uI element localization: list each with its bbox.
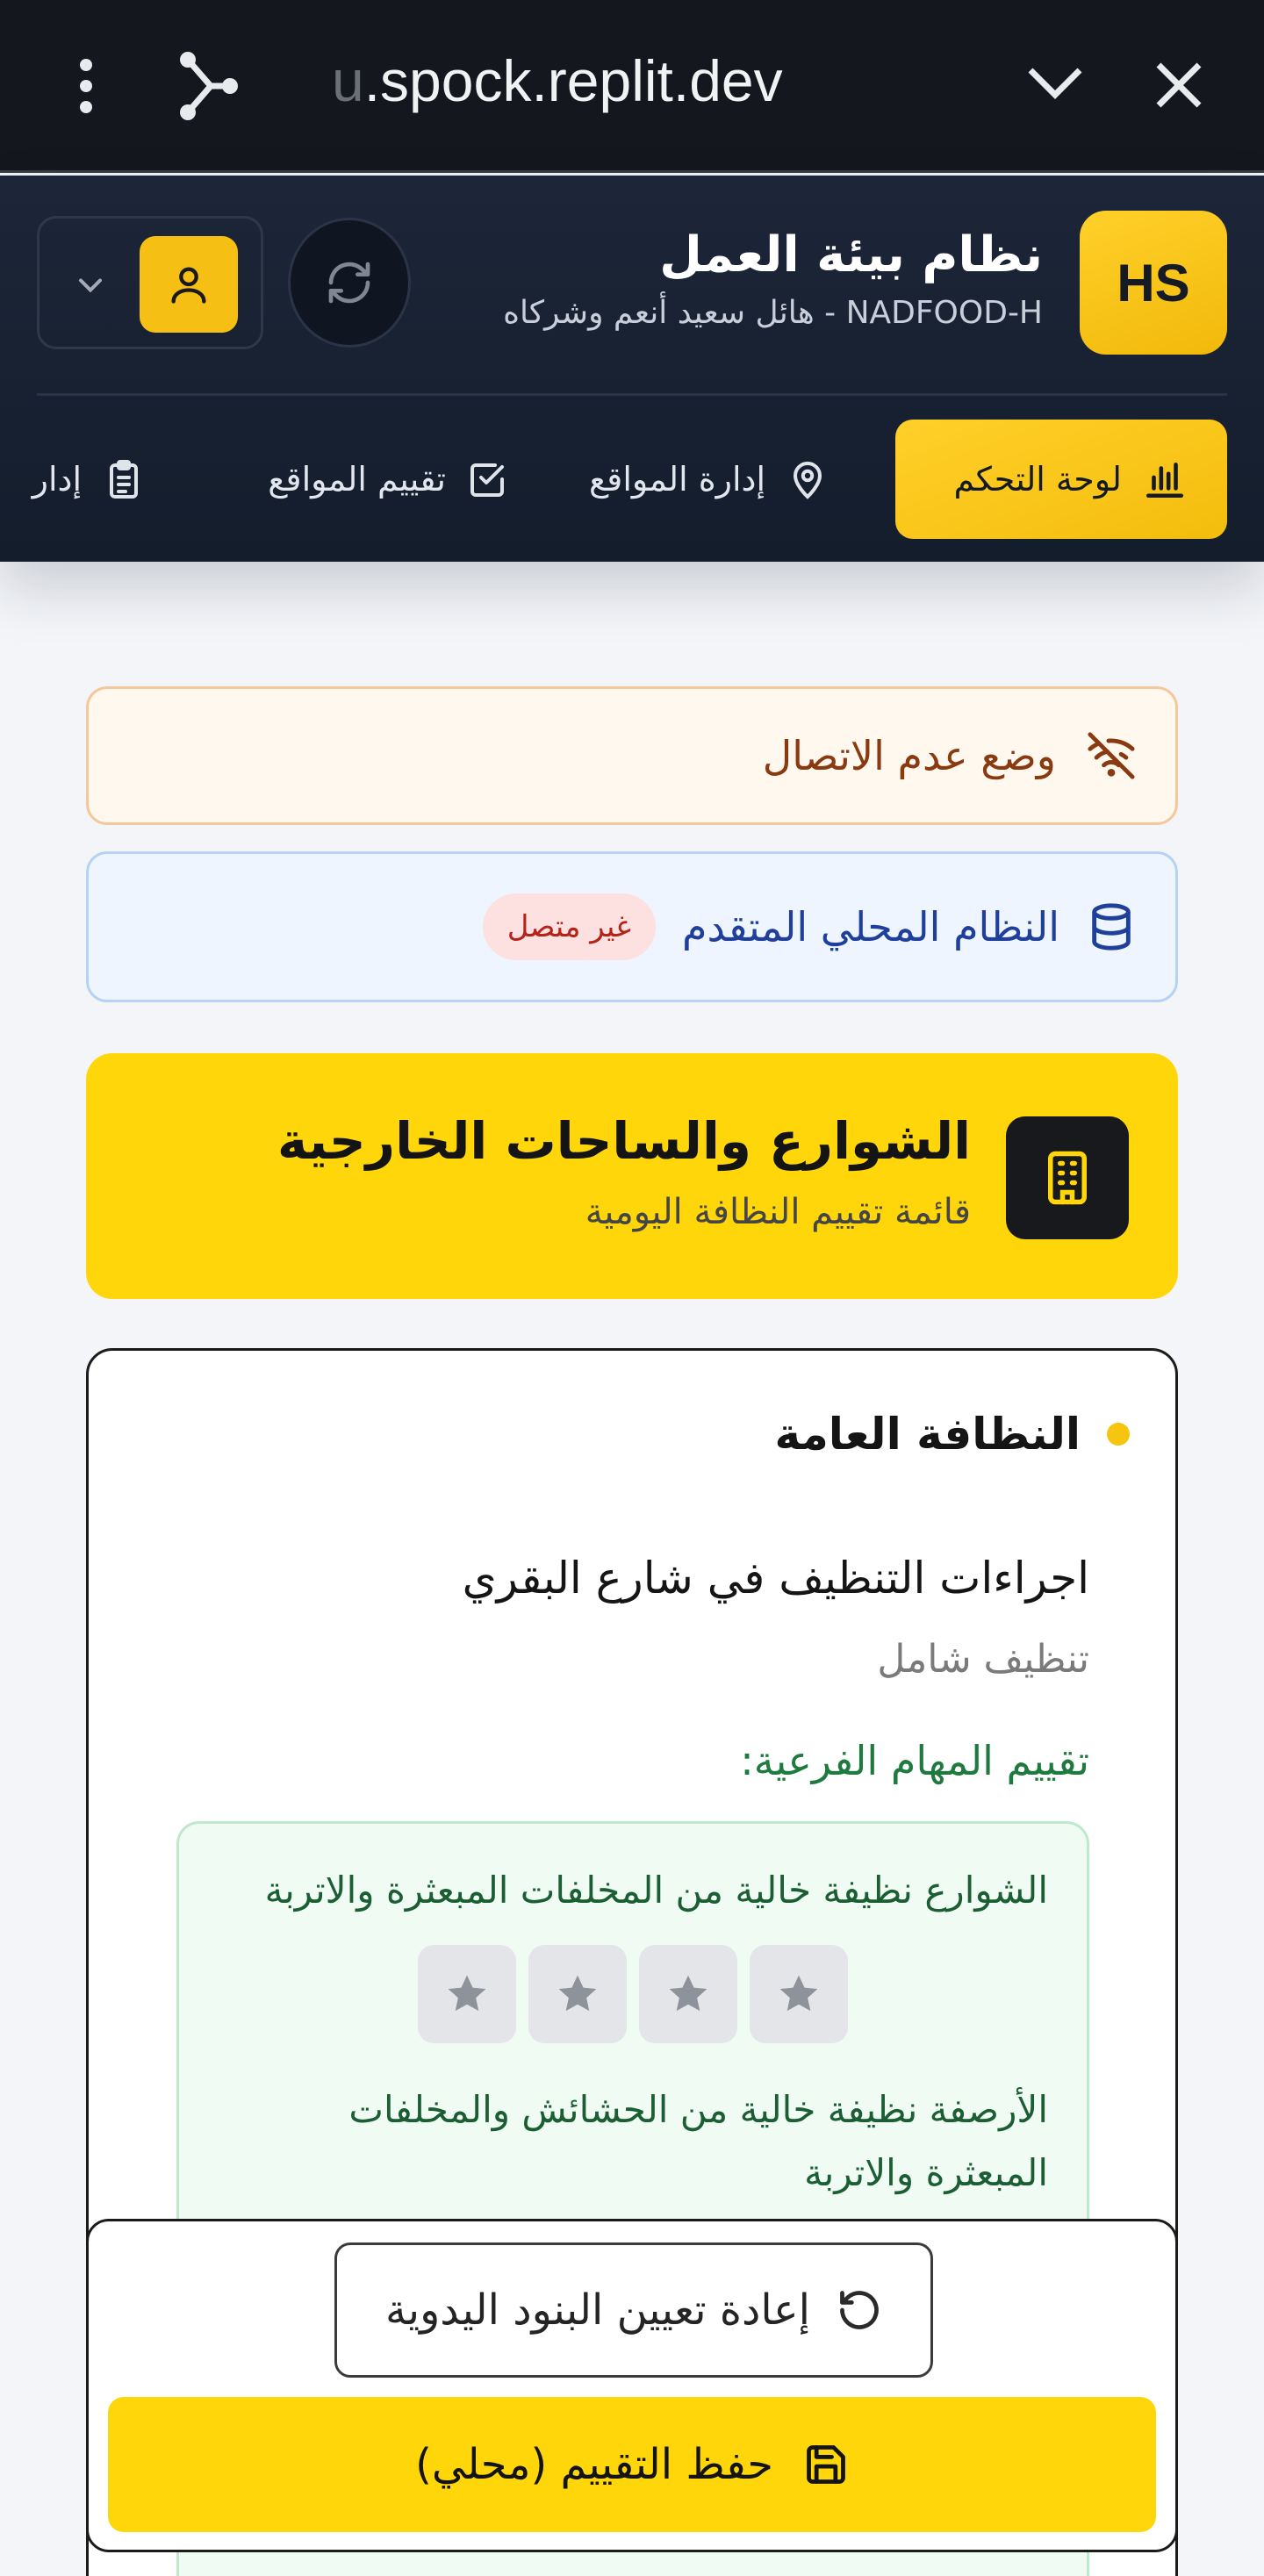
subtask-text: الأرصفة نظيفة خالية من الحشائش والمخلفات…	[348, 2088, 1048, 2194]
star-rating	[418, 1945, 848, 2043]
refresh-icon	[325, 258, 374, 307]
map-pin-icon	[786, 458, 829, 500]
clipboard-icon	[103, 458, 145, 500]
local-system-banner: النظام المحلي المتقدم غير متصل	[86, 851, 1178, 1002]
reset-manual-items-button[interactable]: إعادة تعيين البنود اليدوية	[334, 2242, 933, 2378]
subtasks-label: تقييم المهام الفرعية:	[740, 1737, 1089, 1784]
section-title: الشوارع والساحات الخارجية	[277, 1111, 971, 1171]
wifi-off-icon	[1086, 730, 1137, 781]
database-icon	[1086, 901, 1137, 952]
app-logo: HS	[1080, 211, 1227, 355]
save-button-label: حفظ التقييم (محلي)	[415, 2440, 773, 2489]
save-evaluation-button[interactable]: حفظ التقييم (محلي)	[108, 2397, 1156, 2532]
close-icon[interactable]	[1155, 61, 1203, 109]
share-icon[interactable]	[176, 51, 239, 121]
chevron-down-icon[interactable]	[1027, 65, 1083, 100]
tab-dashboard-label: لوحة التحكم	[953, 460, 1122, 499]
action-panel: إعادة تعيين البنود اليدوية حفظ التقييم (…	[86, 2219, 1178, 2552]
reset-button-label: إعادة تعيين البنود اليدوية	[385, 2285, 810, 2335]
tab-sites-evaluation[interactable]: تقييم المواقع	[268, 420, 509, 539]
star-button[interactable]	[418, 1945, 516, 2043]
star-button[interactable]	[750, 1945, 848, 2043]
tab-management[interactable]: إدار	[32, 420, 145, 539]
user-menu-button[interactable]	[37, 216, 263, 349]
star-icon	[443, 1970, 491, 2018]
category-title: النظافة العامة	[774, 1409, 1081, 1460]
tab-sites-management[interactable]: إدارة المواقع	[589, 420, 829, 539]
url-text: .spock.replit.dev	[363, 48, 783, 113]
browser-toolbar: u.spock.replit.dev	[0, 0, 1264, 173]
star-icon	[664, 1970, 712, 2018]
subtask-text: الشوارع نظيفة خالية من المخلفات المبعثرة…	[264, 1869, 1048, 1912]
item-subtitle: تنظيف شامل	[877, 1637, 1089, 1682]
star-button[interactable]	[528, 1945, 627, 2043]
offline-text: وضع عدم الاتصال	[762, 732, 1056, 779]
star-icon	[554, 1970, 601, 2018]
tab-management-label: إدار	[32, 460, 82, 499]
sync-button[interactable]	[288, 218, 411, 348]
tab-sites-evaluation-label: تقييم المواقع	[268, 460, 446, 499]
app-subtitle: NADFOOD-H - هائل سعيد أنعم وشركاه	[503, 295, 1043, 331]
local-system-text: النظام المحلي المتقدم	[682, 903, 1059, 951]
rotate-ccw-icon	[837, 2287, 882, 2333]
chevron-down-icon	[71, 266, 110, 305]
app-header: HS نظام بيئة العمل NADFOOD-H - هائل سعيد…	[0, 176, 1264, 562]
section-subtitle: قائمة تقييم النظافة اليومية	[585, 1192, 971, 1232]
user-avatar	[140, 236, 238, 333]
category-dot	[1107, 1423, 1130, 1446]
nav-tabs: لوحة التحكم إدارة المواقع تقييم المواقع …	[0, 420, 1264, 539]
url-field[interactable]: u.spock.replit.dev	[332, 44, 783, 118]
tab-dashboard[interactable]: لوحة التحكم	[895, 420, 1227, 539]
header-divider	[37, 393, 1227, 396]
app-title: نظام بيئة العمل	[659, 226, 1043, 283]
user-icon	[166, 262, 212, 307]
category-header: النظافة العامة	[775, 1409, 1130, 1460]
star-button[interactable]	[639, 1945, 737, 2043]
status-badge: غير متصل	[482, 893, 657, 960]
offline-banner: وضع عدم الاتصال	[86, 686, 1178, 825]
checkbox-icon	[467, 458, 509, 500]
tab-sites-management-label: إدارة المواقع	[588, 460, 765, 499]
item-title: اجراءات التنظيف في شارع البقري	[462, 1553, 1089, 1604]
more-vert-icon[interactable]	[68, 58, 104, 114]
section-header-card: الشوارع والساحات الخارجية قائمة تقييم ال…	[86, 1053, 1178, 1299]
building-icon	[1006, 1116, 1129, 1239]
save-icon	[803, 2442, 849, 2487]
url-faded-prefix: u	[332, 48, 364, 113]
star-icon	[775, 1970, 822, 2018]
bar-chart-icon	[1143, 457, 1187, 501]
